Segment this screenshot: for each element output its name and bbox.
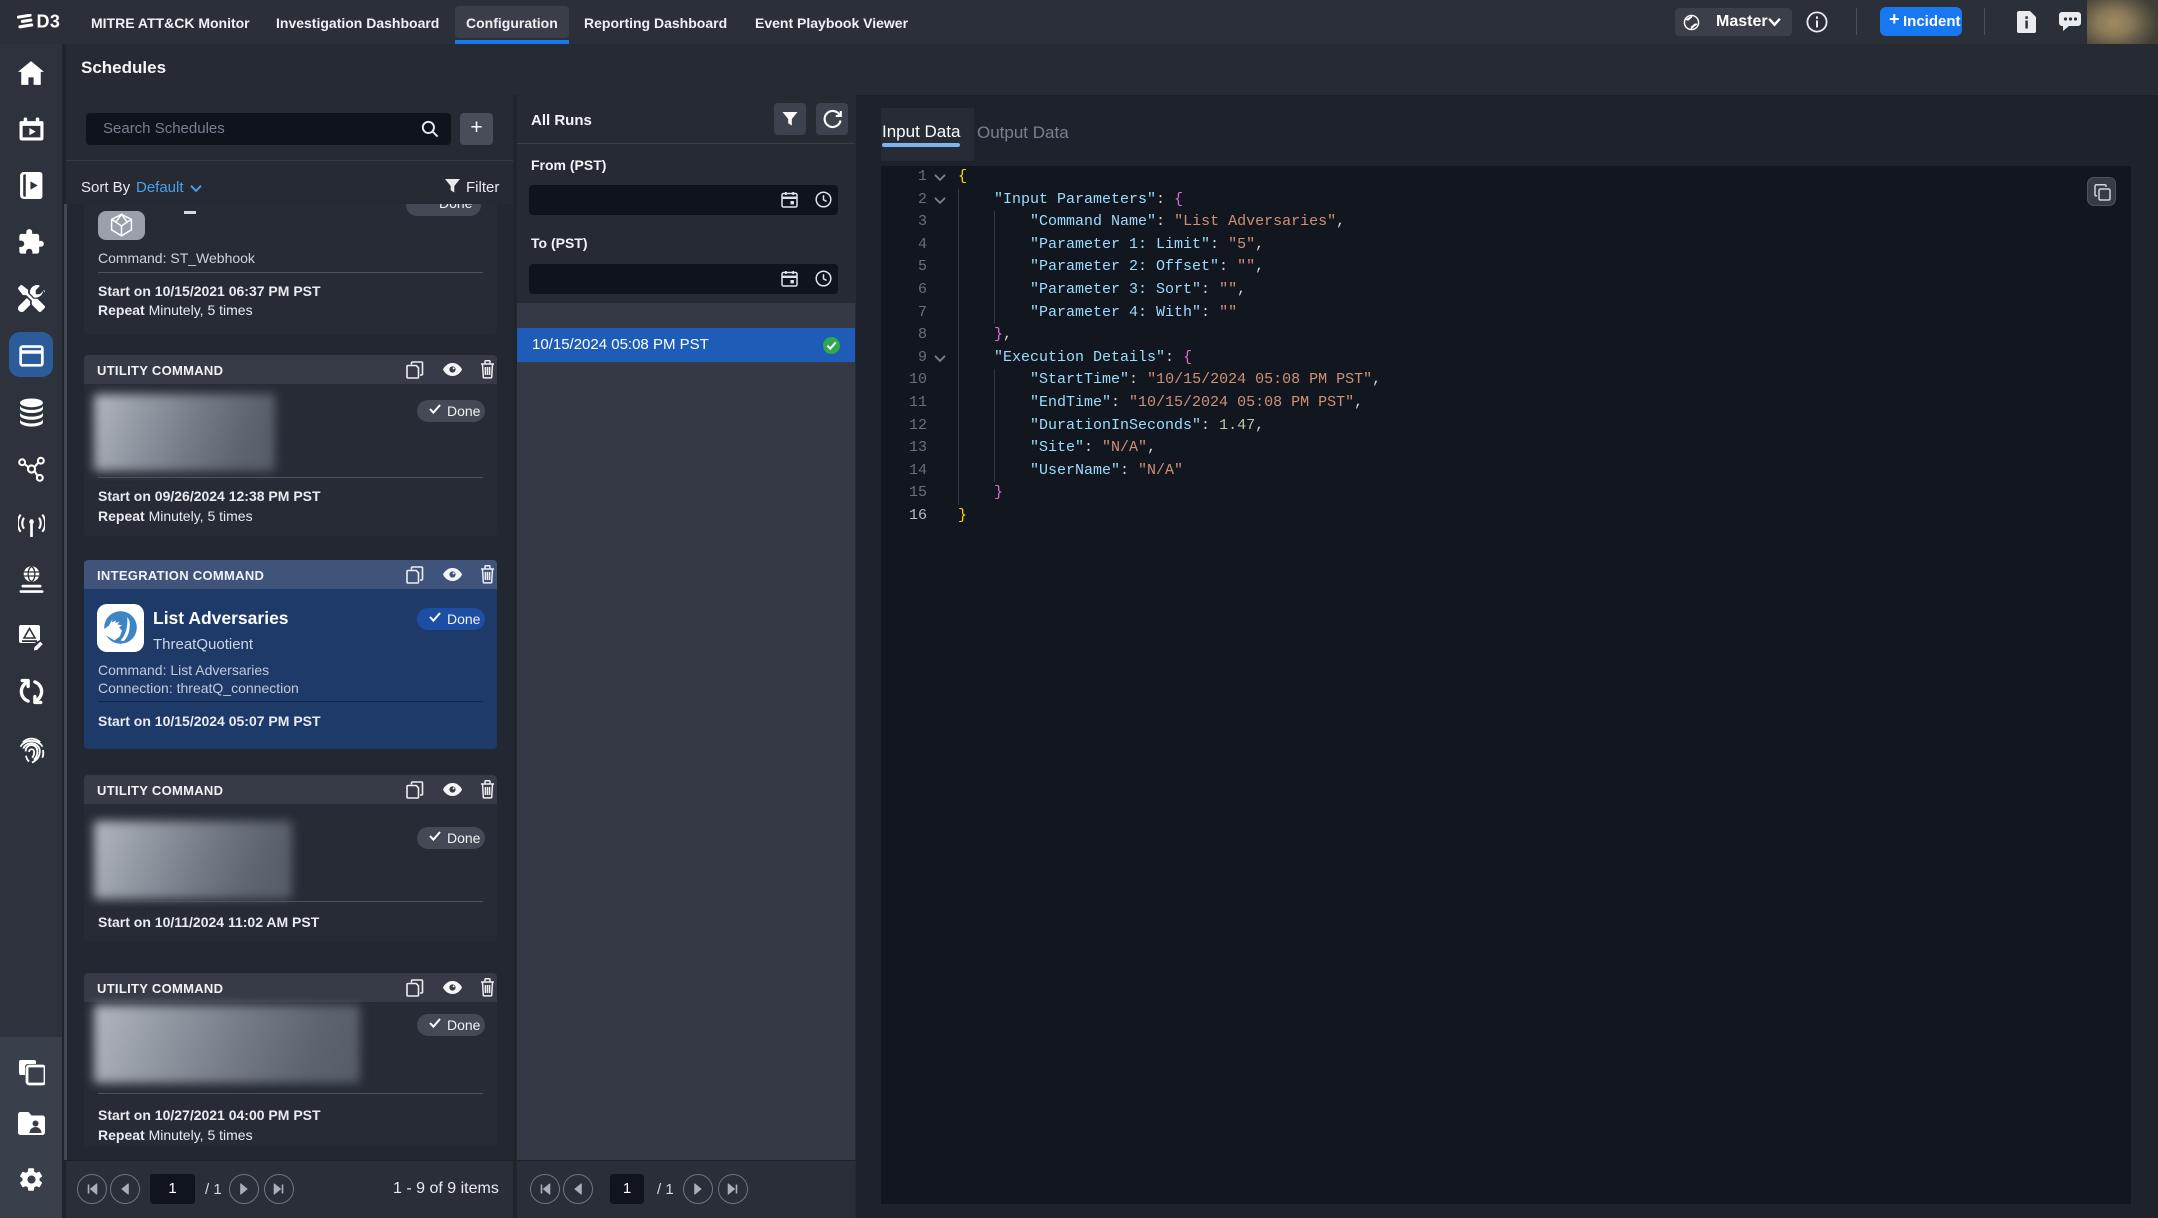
svg-text:D3: D3: [37, 14, 61, 29]
